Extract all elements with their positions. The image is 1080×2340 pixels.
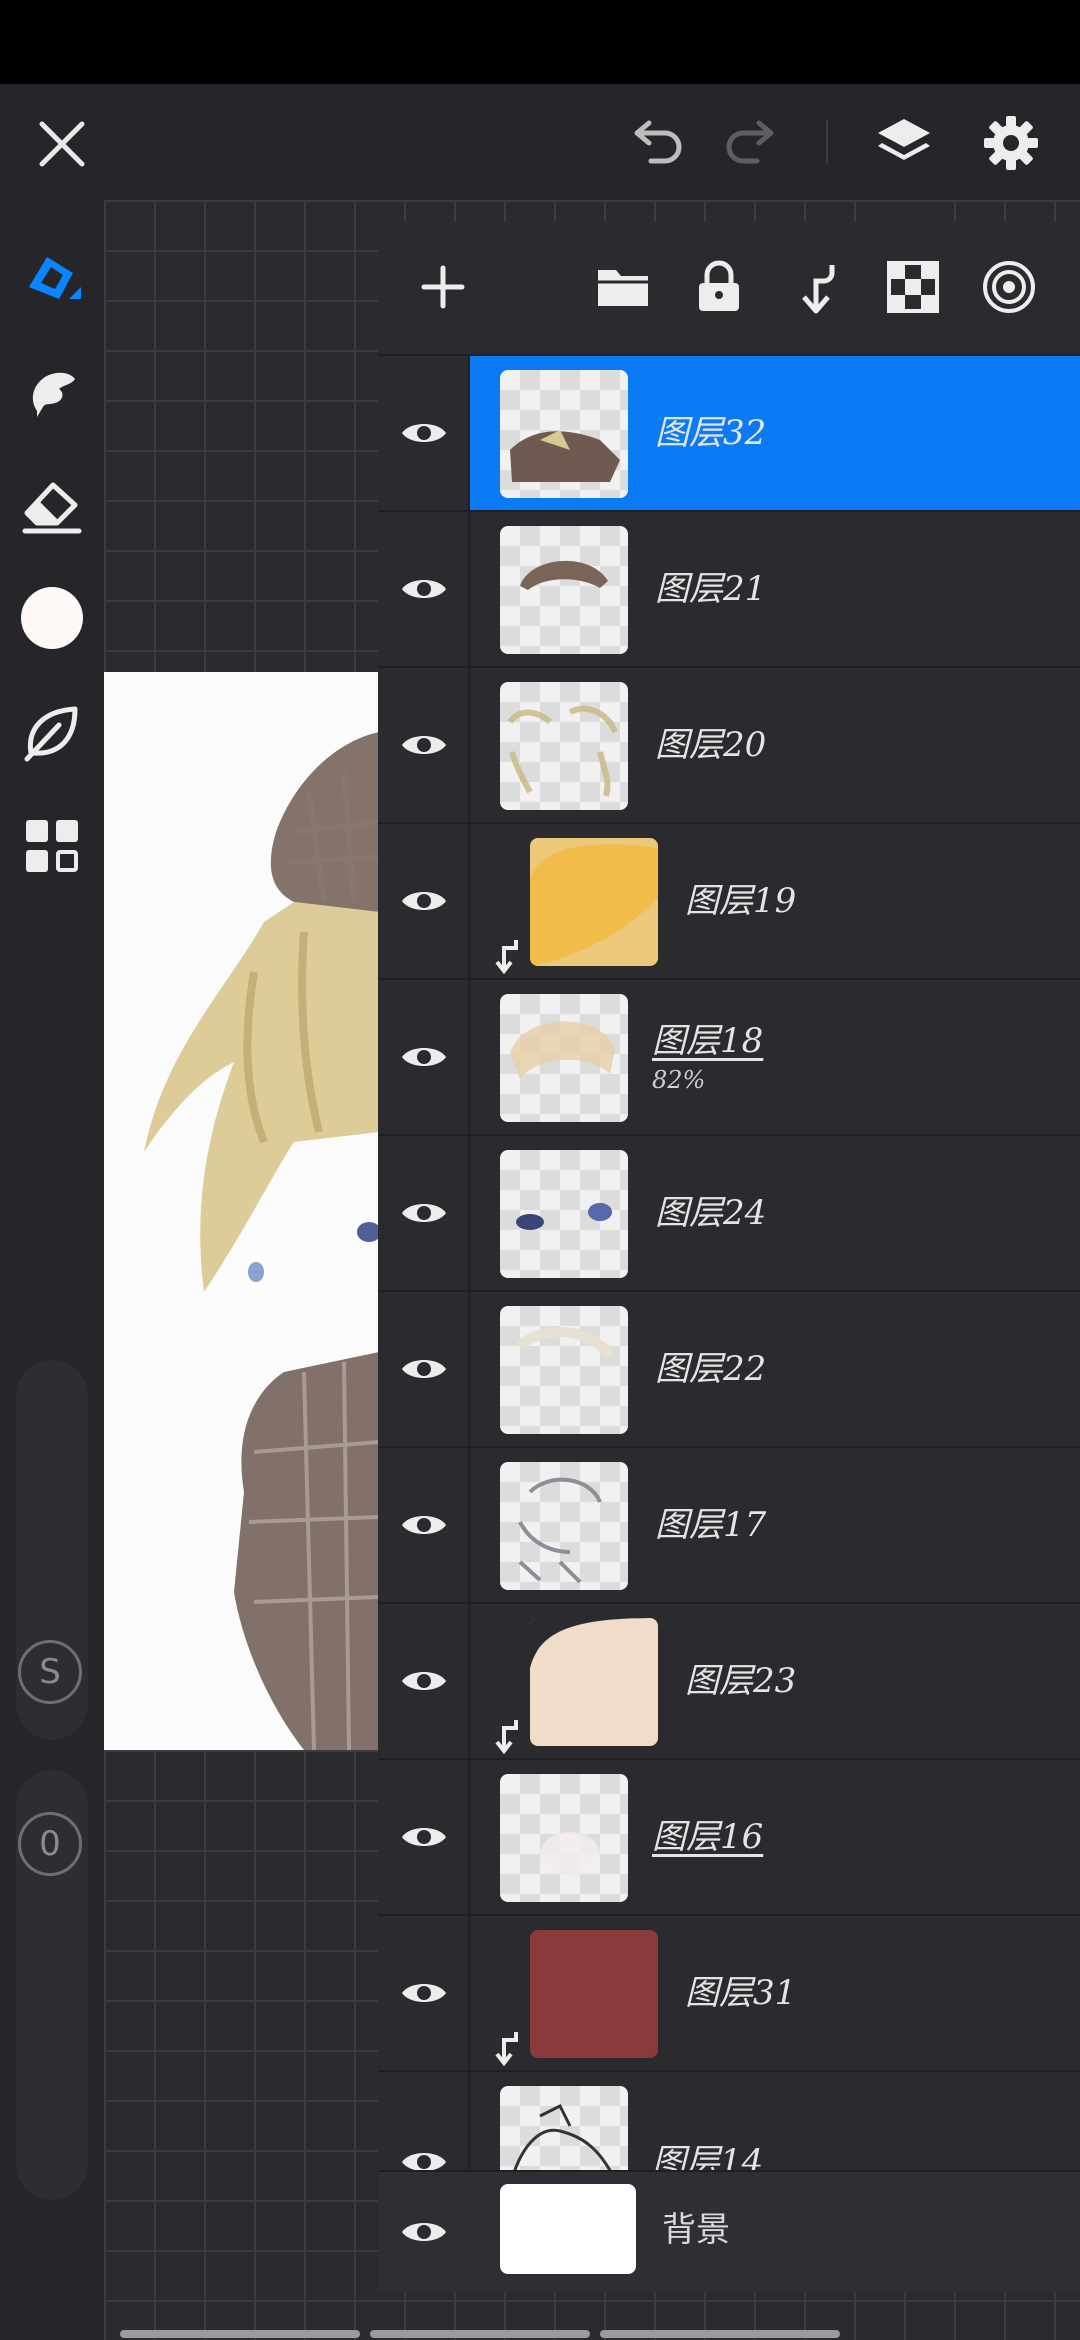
row-divider bbox=[468, 512, 470, 666]
status-bar bbox=[0, 0, 1080, 84]
layer-thumbnail bbox=[500, 370, 628, 498]
row-divider bbox=[468, 980, 470, 1134]
row-divider bbox=[468, 1760, 470, 1914]
blend-icon[interactable] bbox=[974, 252, 1044, 322]
layer-thumbnail bbox=[530, 1930, 658, 2058]
undo-icon[interactable] bbox=[624, 112, 690, 172]
color-swatch[interactable] bbox=[14, 580, 90, 656]
visibility-eye-icon[interactable] bbox=[398, 1343, 450, 1395]
layer-thumbnail bbox=[500, 1774, 628, 1902]
layer-name: 背景 bbox=[662, 2210, 730, 2250]
layer-thumbnail bbox=[500, 1306, 628, 1434]
artwork-canvas[interactable] bbox=[104, 672, 379, 1750]
layer-row[interactable]: 图层22 bbox=[378, 1290, 1080, 1446]
opacity-button[interactable]: 0 bbox=[18, 1812, 82, 1876]
smudge-icon[interactable] bbox=[14, 354, 90, 430]
close-icon[interactable] bbox=[30, 112, 94, 176]
visibility-eye-icon[interactable] bbox=[398, 407, 450, 459]
clipping-arrow-icon bbox=[495, 2032, 518, 2066]
layer-thumbnail bbox=[500, 1462, 628, 1590]
layer-row[interactable]: 图层32 bbox=[378, 354, 1080, 510]
layer-row[interactable]: 图层19 bbox=[378, 822, 1080, 978]
visibility-eye-icon[interactable] bbox=[398, 563, 450, 615]
row-divider bbox=[468, 356, 470, 510]
clipping-arrow-icon bbox=[495, 940, 518, 974]
background-layer-row[interactable]: 背景 bbox=[378, 2170, 1080, 2292]
gear-icon[interactable] bbox=[978, 108, 1044, 178]
layer-row[interactable]: 图层24 bbox=[378, 1134, 1080, 1290]
layers-panel-toolbar bbox=[378, 222, 1080, 354]
row-divider bbox=[468, 1448, 470, 1602]
layer-thumbnail bbox=[500, 526, 628, 654]
visibility-eye-icon[interactable] bbox=[398, 1655, 450, 1707]
layer-thumbnail bbox=[530, 838, 658, 966]
visibility-eye-icon[interactable] bbox=[398, 719, 450, 771]
layer-row[interactable]: 图层18 82% bbox=[378, 978, 1080, 1134]
visibility-eye-icon[interactable] bbox=[398, 1499, 450, 1551]
layer-thumbnail bbox=[500, 994, 628, 1122]
leaf-icon[interactable] bbox=[14, 694, 90, 770]
layers-icon[interactable] bbox=[872, 108, 936, 178]
layer-name: 图层22 bbox=[655, 1349, 767, 1389]
brush-icon[interactable] bbox=[14, 238, 90, 314]
layer-opacity: 82% bbox=[652, 1066, 706, 1094]
layer-thumbnail bbox=[500, 1150, 628, 1278]
merge-down-icon[interactable] bbox=[782, 252, 852, 322]
layer-name: 图层17 bbox=[655, 1505, 767, 1545]
row-divider bbox=[468, 1292, 470, 1446]
lock-icon[interactable] bbox=[684, 252, 754, 322]
layer-row[interactable]: 图层17 bbox=[378, 1446, 1080, 1602]
brush-size-button[interactable]: S bbox=[18, 1640, 82, 1704]
row-divider bbox=[468, 1136, 470, 1290]
layer-row[interactable]: 图层23 bbox=[378, 1602, 1080, 1758]
layer-name: 图层23 bbox=[685, 1661, 797, 1701]
toolbar-divider bbox=[826, 120, 828, 164]
visibility-eye-icon[interactable] bbox=[398, 875, 450, 927]
row-divider bbox=[468, 824, 470, 978]
row-divider bbox=[468, 1916, 470, 2070]
layer-name: 图层20 bbox=[655, 725, 767, 765]
row-divider bbox=[468, 668, 470, 822]
layer-name: 图层31 bbox=[685, 1973, 797, 2013]
layer-row[interactable]: 图层20 bbox=[378, 666, 1080, 822]
layer-row[interactable]: 图层31 bbox=[378, 1914, 1080, 2070]
layer-thumbnail bbox=[500, 2184, 636, 2274]
transparency-icon[interactable] bbox=[878, 252, 948, 322]
layers-panel: 图层32 图层21 图层20 图层19 图层18 82% 图层24 图层22 图… bbox=[378, 222, 1080, 2292]
layer-name: 图层32 bbox=[655, 413, 767, 453]
visibility-eye-icon[interactable] bbox=[398, 2206, 450, 2258]
visibility-eye-icon[interactable] bbox=[398, 1967, 450, 2019]
row-divider bbox=[468, 1604, 470, 1758]
layer-name: 图层19 bbox=[685, 881, 797, 921]
redo-icon[interactable] bbox=[718, 112, 784, 172]
visibility-eye-icon[interactable] bbox=[398, 1811, 450, 1863]
layer-thumbnail bbox=[500, 682, 628, 810]
eraser-icon[interactable] bbox=[14, 466, 90, 542]
visibility-eye-icon[interactable] bbox=[398, 1031, 450, 1083]
layer-name: 图层18 bbox=[652, 1021, 764, 1061]
layer-name: 图层16 bbox=[652, 1817, 764, 1857]
panel-caret bbox=[888, 200, 920, 222]
clipping-arrow-icon bbox=[495, 1720, 518, 1754]
layer-row[interactable]: 图层21 bbox=[378, 510, 1080, 666]
layer-name: 图层24 bbox=[655, 1193, 767, 1233]
add-layer-icon[interactable] bbox=[408, 252, 478, 322]
layer-thumbnail bbox=[530, 1618, 658, 1746]
gallery-icon[interactable] bbox=[14, 808, 90, 884]
layer-row[interactable]: 图层16 bbox=[378, 1758, 1080, 1914]
layer-name: 图层21 bbox=[655, 569, 767, 609]
folder-icon[interactable] bbox=[588, 252, 658, 322]
visibility-eye-icon[interactable] bbox=[398, 1187, 450, 1239]
bottom-tabs bbox=[120, 2330, 960, 2340]
